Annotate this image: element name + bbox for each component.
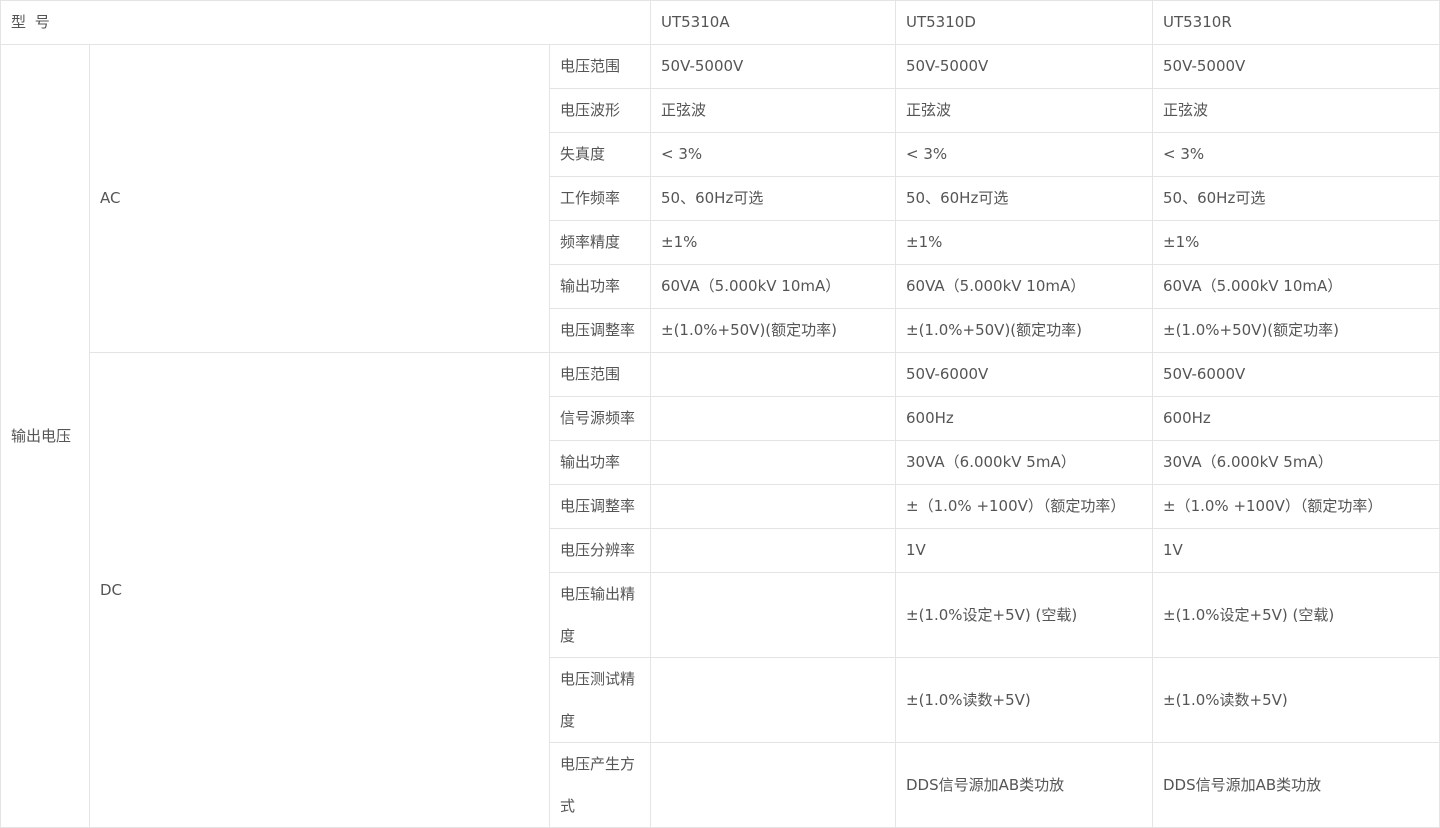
value-cell (650, 528, 896, 573)
value-cell: 30VA（6.000kV 5mA） (1152, 440, 1440, 485)
value-cell: ±(1.0%读数+5V) (895, 657, 1153, 743)
table-row: DC 电压范围 50V-6000V 50V-6000V (1, 352, 1440, 828)
value-cell: DDS信号源加AB类功放 (1152, 742, 1440, 828)
param-cell: 电压调整率 (549, 308, 651, 353)
value-cell: 50V-6000V (895, 352, 1153, 397)
value-cell: ±1% (1152, 220, 1440, 265)
model-ut5310r: UT5310R (1152, 0, 1440, 45)
section-output-voltage: 输出电压 (0, 44, 90, 828)
value-cell (650, 440, 896, 485)
param-cell: 输出功率 (549, 264, 651, 309)
value-cell: 50、60Hz可选 (895, 176, 1153, 221)
param-cell: 失真度 (549, 132, 651, 177)
dc-group-label: DC (89, 352, 550, 828)
model-label: 型 号 (0, 0, 651, 45)
value-cell: 50V-6000V (1152, 352, 1440, 397)
model-ut5310d: UT5310D (895, 0, 1153, 45)
param-cell: 电压波形 (549, 88, 651, 133)
value-cell: ±(1.0%+50V)(额定功率) (1152, 308, 1440, 353)
param-cell: 电压范围 (549, 352, 651, 397)
model-ut5310a: UT5310A (650, 0, 896, 45)
value-cell: < 3% (650, 132, 896, 177)
param-cell: 输出功率 (549, 440, 651, 485)
value-cell: 50V-5000V (1152, 44, 1440, 89)
value-cell: 1V (1152, 528, 1440, 573)
value-cell: 正弦波 (1152, 88, 1440, 133)
param-cell: 工作频率 (549, 176, 651, 221)
param-cell: 频率精度 (549, 220, 651, 265)
value-cell: 正弦波 (895, 88, 1153, 133)
value-cell: 50、60Hz可选 (1152, 176, 1440, 221)
value-cell (650, 742, 896, 828)
value-cell: 1V (895, 528, 1153, 573)
value-cell: ±（1.0% +100V）（额定功率） (895, 484, 1153, 529)
param-cell: 电压输出精度 (549, 572, 651, 658)
value-cell: 600Hz (895, 396, 1153, 441)
value-cell: ±(1.0%设定+5V) (空载) (1152, 572, 1440, 658)
param-cell: 信号源频率 (549, 396, 651, 441)
value-cell: ±1% (895, 220, 1153, 265)
value-cell: 600Hz (1152, 396, 1440, 441)
header-row: 型 号 UT5310A UT5310D UT5310R (0, 0, 1440, 45)
value-cell (650, 484, 896, 529)
value-cell: ±(1.0%+50V)(额定功率) (650, 308, 896, 353)
param-cell: 电压调整率 (549, 484, 651, 529)
spec-table: 型 号 UT5310A UT5310D UT5310R 输出电压 AC 电压范围… (0, 0, 1440, 828)
value-cell: ±1% (650, 220, 896, 265)
value-cell: ±(1.0%读数+5V) (1152, 657, 1440, 743)
value-cell: DDS信号源加AB类功放 (895, 742, 1153, 828)
value-cell (650, 657, 896, 743)
value-cell: 60VA（5.000kV 10mA） (895, 264, 1153, 309)
value-cell: 30VA（6.000kV 5mA） (895, 440, 1153, 485)
value-cell (650, 572, 896, 658)
value-cell: 60VA（5.000kV 10mA） (1152, 264, 1440, 309)
value-cell: < 3% (1152, 132, 1440, 177)
value-cell: 60VA（5.000kV 10mA） (650, 264, 896, 309)
value-cell (650, 352, 896, 397)
param-cell: 电压产生方式 (549, 742, 651, 828)
param-cell: 电压范围 (549, 44, 651, 89)
value-cell: 50V-5000V (895, 44, 1153, 89)
value-cell: ±(1.0%+50V)(额定功率) (895, 308, 1153, 353)
value-cell: 50、60Hz可选 (650, 176, 896, 221)
param-cell: 电压分辨率 (549, 528, 651, 573)
param-cell: 电压测试精度 (549, 657, 651, 743)
ac-group-label: AC (89, 44, 550, 353)
table-row: 输出电压 AC 电压范围 50V-5000V 50V-5000V 50V-500… (0, 44, 1440, 828)
value-cell: 50V-5000V (650, 44, 896, 89)
value-cell (650, 396, 896, 441)
value-cell: ±（1.0% +100V）（额定功率） (1152, 484, 1440, 529)
value-cell: ±(1.0%设定+5V) (空载) (895, 572, 1153, 658)
value-cell: 正弦波 (650, 88, 896, 133)
value-cell: < 3% (895, 132, 1153, 177)
